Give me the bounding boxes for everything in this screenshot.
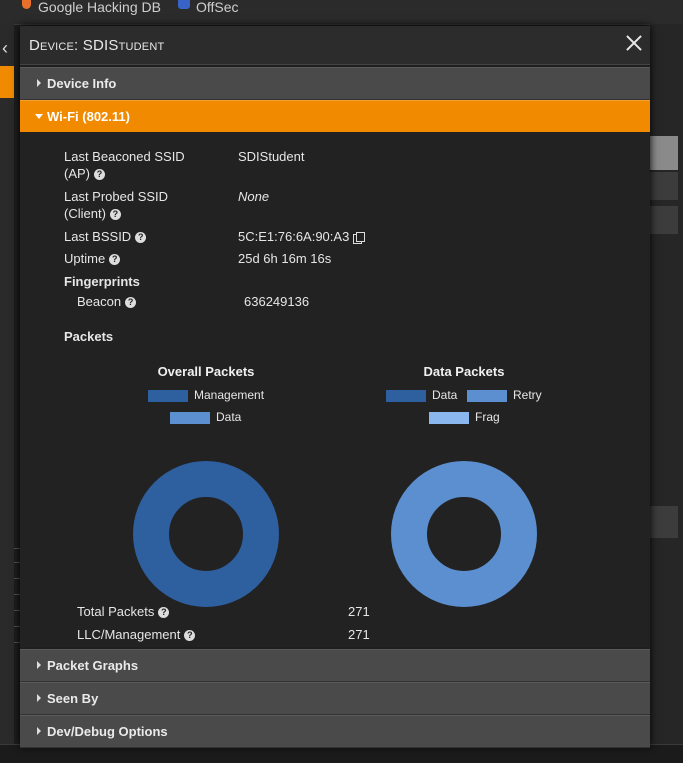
help-icon[interactable]: ? [109, 254, 121, 266]
section-wifi[interactable]: Wi-Fi (802.11) [20, 100, 650, 133]
help-icon[interactable]: ? [109, 209, 121, 221]
google-hacking-db-icon [22, 0, 31, 9]
field-label-last-bssid: Last BSSID? [64, 228, 147, 245]
background-block [650, 506, 678, 538]
field-value-last-bssid: 5C:E1:76:6A:90:A3 [238, 228, 366, 245]
field-label-beacon: Beacon? [77, 293, 137, 310]
legend-swatch [386, 389, 426, 402]
field-label-llc-management: LLC/Management? [77, 626, 196, 643]
wifi-section-content: Last Beaconed SSID (AP)? SDIStudent Last … [20, 132, 650, 647]
background-orange-stub [0, 66, 14, 98]
chart-title-data-packets: Data Packets [423, 364, 505, 379]
background-panel-left: ‹ [0, 24, 14, 744]
help-icon[interactable]: ? [94, 169, 105, 181]
legend-item-frag[interactable]: Frag [429, 411, 500, 424]
caret-down-icon [35, 114, 43, 119]
legend-swatch [429, 411, 469, 424]
device-details-modal: Device: SDIStudent Device Info Wi-Fi (80… [20, 26, 650, 748]
section-dev-debug-options[interactable]: Dev/Debug Options [20, 715, 650, 748]
legend-item-data[interactable]: Data [170, 411, 241, 424]
background-block [650, 206, 678, 234]
field-label-uptime: Uptime? [64, 250, 121, 267]
caret-right-icon [37, 694, 41, 702]
field-value-last-probed-ssid: None [238, 189, 270, 204]
donut-slice-management[interactable] [133, 461, 279, 607]
field-label-total-packets: Total Packets? [77, 603, 170, 620]
help-icon[interactable]: ? [158, 607, 170, 619]
offsec-icon [178, 0, 190, 9]
copy-icon[interactable] [353, 232, 366, 245]
chevron-left-icon: ‹ [2, 38, 8, 58]
section-packet-graphs[interactable]: Packet Graphs [20, 649, 650, 682]
bookmark-google-hacking-db[interactable]: Google Hacking DB [38, 0, 161, 14]
legend-item-data[interactable]: Data [386, 389, 457, 402]
legend-item-retry[interactable]: Retry [467, 389, 542, 402]
legend-item-management[interactable]: Management [148, 389, 264, 402]
section-seen-by[interactable]: Seen By [20, 682, 650, 715]
modal-title: Device: SDIStudent [29, 37, 165, 54]
help-icon[interactable]: ? [125, 297, 137, 309]
field-label-last-beaconed-ssid: Last Beaconed SSID (AP)? [64, 149, 185, 181]
caret-right-icon [37, 661, 41, 669]
bookmark-offsec[interactable]: OffSec [196, 0, 239, 14]
field-value-beacon: 636249136 [244, 294, 310, 309]
fingerprints-heading: Fingerprints [64, 274, 140, 289]
background-block [650, 172, 678, 200]
background-block [650, 136, 678, 170]
field-label-last-probed-ssid: Last Probed SSID (Client)? [64, 189, 169, 221]
section-device-info[interactable]: Device Info [20, 67, 650, 100]
field-value-last-beaconed-ssid: SDIStudent [238, 149, 305, 164]
close-icon[interactable] [624, 33, 644, 53]
caret-right-icon [37, 79, 41, 87]
section-label: Dev/Debug Options [47, 724, 168, 739]
overall-packets-donut [133, 461, 279, 607]
section-label: Packet Graphs [47, 658, 139, 673]
section-label: Device Info [47, 76, 117, 91]
caret-right-icon [37, 727, 41, 735]
help-icon[interactable]: ? [135, 232, 147, 244]
field-value-uptime: 25d 6h 16m 16s [238, 251, 332, 266]
donut-empty-ring [391, 461, 537, 607]
help-icon[interactable]: ? [184, 630, 196, 642]
section-label: Wi-Fi (802.11) [47, 109, 130, 124]
packets-heading: Packets [64, 329, 114, 344]
legend-swatch [467, 389, 507, 402]
chart-title-overall-packets: Overall Packets [157, 364, 255, 379]
legend-swatch [170, 411, 210, 424]
background-panel-right [650, 24, 683, 744]
modal-header: Device: SDIStudent [20, 26, 650, 65]
section-label: Seen By [47, 691, 99, 706]
field-value-llc-management: 271 [348, 627, 370, 642]
legend-swatch [148, 389, 188, 402]
field-value-total-packets: 271 [348, 604, 370, 619]
data-packets-donut [391, 461, 537, 607]
browser-bookmarks-bar: Google Hacking DB OffSec [0, 0, 683, 25]
